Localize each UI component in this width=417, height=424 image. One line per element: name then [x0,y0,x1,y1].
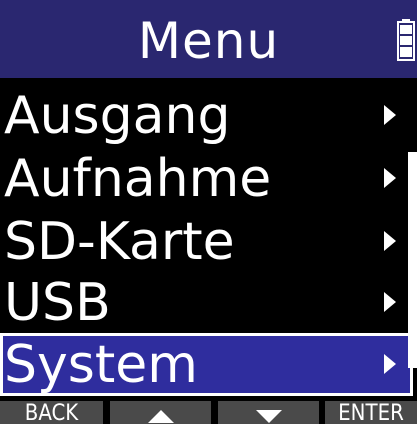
chevron-right-icon [384,292,396,312]
triangle-down-icon [255,410,282,423]
menu-item-label: Aufnahme [4,149,272,209]
chevron-right-icon [384,354,396,374]
menu-item-aufnahme[interactable]: Aufnahme [0,147,417,210]
menu-item-label: USB [4,273,111,333]
menu-item-label: Ausgang [4,86,231,146]
chevron-right-icon [384,168,396,188]
device-screen: Menu Ausgang Aufnahme SD-Karte USB Syste… [0,0,417,424]
menu-item-sd-karte[interactable]: SD-Karte [0,210,417,273]
menu-item-system[interactable]: System [0,333,413,396]
enter-button[interactable]: ENTER [325,401,417,424]
scrollbar-thumb[interactable] [408,152,417,368]
up-button[interactable] [110,401,211,424]
back-label: BACK [24,401,79,424]
down-button[interactable] [218,401,319,424]
menu-item-ausgang[interactable]: Ausgang [0,84,417,147]
battery-icon [397,19,415,61]
page-title: Menu [137,12,280,70]
menu-item-label: System [4,335,198,395]
header-bar: Menu [0,0,417,78]
chevron-right-icon [384,231,396,251]
menu-item-label: SD-Karte [4,212,235,272]
menu-item-usb[interactable]: USB [0,271,417,334]
enter-label: ENTER [338,401,404,424]
footer-buttons: BACK ENTER [0,401,417,424]
chevron-right-icon [384,105,396,125]
back-button[interactable]: BACK [0,401,103,424]
triangle-up-icon [147,410,174,423]
